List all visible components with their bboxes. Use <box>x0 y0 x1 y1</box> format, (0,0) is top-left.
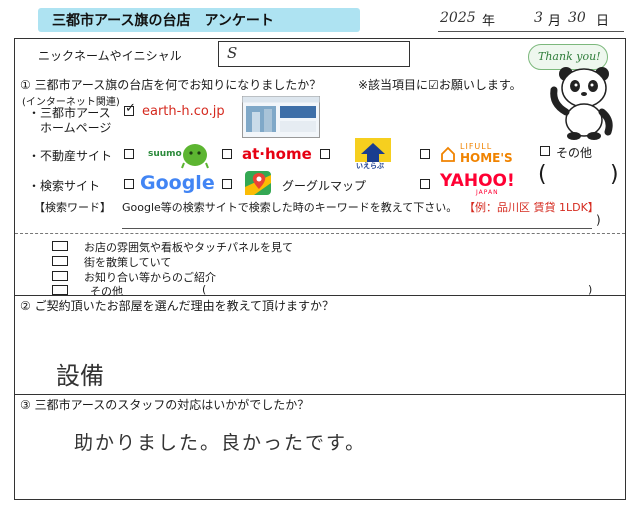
suumo-mascot-icon <box>181 144 209 169</box>
offline-option-4-checkbox[interactable] <box>52 285 68 295</box>
athome-checkbox[interactable] <box>222 149 232 159</box>
date-year: 2025 <box>440 10 476 26</box>
keyword-paren-close: ) <box>596 213 601 227</box>
q1-title: ① 三都市アース旗の台店を何でお知りになりましたか？ <box>20 78 322 92</box>
date-field: 2025 年 3 月 30 日 <box>438 8 624 32</box>
google-checkbox[interactable] <box>124 179 134 189</box>
section-divider-q3 <box>15 394 625 395</box>
q3-answer: 助かりました。良かったです。 <box>74 432 367 454</box>
athome-logo: at·home <box>242 145 312 163</box>
q2-answer: 設備 <box>56 362 104 390</box>
realestate-other-checkbox[interactable] <box>540 146 550 156</box>
homepage-url: earth-h.co.jp <box>142 104 225 119</box>
homes-logo: HOME'S <box>460 151 513 165</box>
date-year-unit: 年 <box>482 14 496 29</box>
panda-mascot-icon <box>550 67 613 140</box>
search-label: 検索サイト <box>40 179 101 193</box>
homes-logo-top: LIFULL <box>460 142 493 151</box>
ieshil-logo-text: いえらぶ <box>356 162 384 170</box>
homepage-label-line2: ホームページ <box>40 121 112 135</box>
google-maps-checkbox[interactable] <box>222 179 232 189</box>
date-month-unit: 月 <box>548 14 562 29</box>
search-other-paren-open: ( <box>538 162 547 187</box>
realestate-other-label: その他 <box>556 146 593 160</box>
section-divider-dashed <box>15 233 625 234</box>
homepage-check-mark: ✓ <box>125 101 136 116</box>
survey-title: 三都市アース旗の台店 アンケート <box>52 13 274 29</box>
ieshil-checkbox[interactable] <box>320 149 330 159</box>
offline-option-3-checkbox[interactable] <box>52 271 68 281</box>
q2-title: ② ご契約頂いたお部屋を選んだ理由を教えて頂けますか？ <box>20 299 334 313</box>
section-divider-q2 <box>15 295 625 296</box>
suumo-logo-text: suumo <box>148 149 182 159</box>
date-month: 3 <box>534 10 543 26</box>
q1-note: ※該当項目に☑お願いします。 <box>358 78 522 92</box>
homepage-checkbox[interactable]: ✓ <box>124 101 136 116</box>
yahoo-logo-sub: JAPAN <box>476 189 499 196</box>
offline-option-2-label: 街を散策していて <box>84 256 172 269</box>
nickname-label: ニックネームやイニシャル <box>38 49 182 63</box>
yahoo-checkbox[interactable] <box>420 179 430 189</box>
offline-option-2-checkbox[interactable] <box>52 256 68 266</box>
q3-title: ③ 三都市アースのスタッフの対応はいかがでしたか？ <box>20 398 310 412</box>
suumo-checkbox[interactable] <box>124 149 134 159</box>
keyword-label: 【検索ワード】 <box>34 201 111 214</box>
homes-house-icon <box>441 146 455 162</box>
homes-checkbox[interactable] <box>420 149 430 159</box>
offline-option-1-label: お店の雰囲気や看板やタッチパネルを見て <box>84 241 293 254</box>
keyword-instruction: Google等の検索サイトで検索した時のキーワードを教えて下さい。 <box>122 201 458 214</box>
search-other-paren-close: ) <box>610 162 619 187</box>
google-maps-label: グーグルマップ <box>282 179 367 193</box>
date-day-unit: 日 <box>596 14 610 29</box>
keyword-answer-line[interactable] <box>122 228 592 229</box>
keyword-example: 【例：品川区 賃貸 1LDK】 <box>464 201 599 214</box>
google-maps-icon <box>245 171 271 195</box>
offline-option-1-checkbox[interactable] <box>52 241 68 251</box>
yahoo-logo: YAHOO! <box>440 171 515 191</box>
homepage-screenshot-icon <box>242 96 320 138</box>
google-logo: Google <box>140 172 215 194</box>
nickname-input[interactable]: S <box>218 41 410 67</box>
nickname-value: S <box>227 44 238 62</box>
date-day: 30 <box>568 10 586 26</box>
realestate-label: 不動産サイト <box>40 149 113 163</box>
